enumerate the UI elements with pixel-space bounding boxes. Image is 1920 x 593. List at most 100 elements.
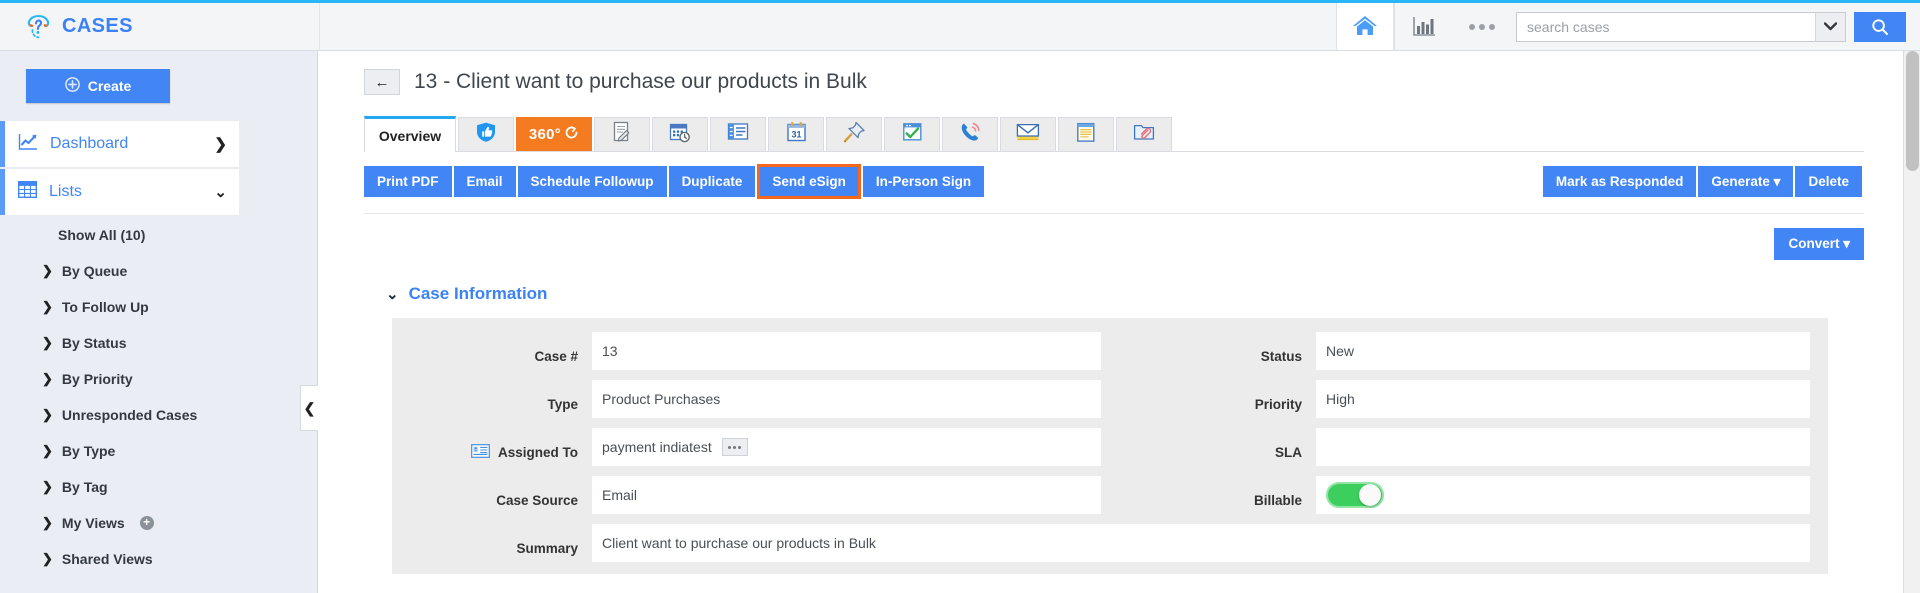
sidebar-sub-label: My Views — [61, 515, 125, 531]
duplicate-button[interactable]: Duplicate — [668, 166, 756, 197]
convert-row: Convert ▾ — [364, 214, 1864, 270]
tab-calendar-clock[interactable] — [652, 117, 708, 151]
tab-phone-call[interactable] — [942, 117, 998, 151]
action-toolbar: Print PDF Email Schedule Followup Duplic… — [364, 152, 1864, 214]
dot — [733, 445, 737, 449]
sidebar-sub-label: By Queue — [61, 263, 128, 279]
bar-chart-icon[interactable] — [1394, 3, 1452, 50]
assigned-to-picker-button[interactable] — [721, 438, 748, 456]
calendar-clock-icon — [669, 122, 691, 148]
dot — [1469, 23, 1475, 30]
question-mark-headphone-logo — [26, 13, 52, 41]
field-value[interactable]: High — [1316, 380, 1810, 418]
delete-button[interactable]: Delete — [1795, 166, 1862, 197]
field-case-number: Case # 13 — [392, 332, 1101, 370]
sidebar-collapse-handle[interactable]: ❮ — [300, 385, 318, 431]
sidebar-item-shared-views[interactable]: ❯ Shared Views — [0, 541, 317, 577]
sidebar-item-by-type[interactable]: ❯ By Type — [0, 433, 317, 469]
chevron-down-icon[interactable] — [1815, 12, 1845, 41]
field-value[interactable]: 13 — [592, 332, 1101, 370]
scrollbar-thumb[interactable] — [1906, 51, 1919, 171]
field-value-container[interactable]: payment indiatest — [592, 428, 1101, 466]
field-value[interactable]: New — [1316, 332, 1810, 370]
envelope-icon — [1016, 123, 1040, 147]
chevron-right-icon: ❯ — [42, 263, 53, 278]
sidebar-item-lists[interactable]: Lists ⌄ — [0, 169, 239, 215]
notes-icon — [1076, 122, 1096, 148]
sidebar-item-by-status[interactable]: ❯ By Status — [0, 325, 317, 361]
page-title: 13 - Client want to purchase our product… — [414, 70, 867, 93]
tab-360-label: 360° — [528, 126, 562, 143]
send-esign-button[interactable]: Send eSign — [757, 164, 861, 199]
sidebar-sub-label: By Status — [61, 335, 127, 351]
home-icon[interactable] — [1336, 3, 1394, 50]
sidebar-sub-label: Unresponded Cases — [61, 407, 198, 423]
field-value[interactable]: Product Purchases — [592, 380, 1101, 418]
tab-shield-thumbsup[interactable] — [458, 117, 514, 151]
field-label: Case Source — [496, 492, 578, 508]
tab-attachment-folder[interactable] — [1116, 117, 1172, 151]
field-value[interactable]: Email — [592, 476, 1101, 514]
tab-envelope[interactable] — [1000, 117, 1056, 151]
contact-card-icon — [471, 443, 490, 461]
in-person-sign-button[interactable]: In-Person Sign — [862, 166, 985, 197]
tab-notes[interactable] — [1058, 117, 1114, 151]
tab-360[interactable]: 360° — [516, 117, 592, 151]
vertical-scrollbar[interactable] — [1903, 51, 1920, 593]
print-pdf-button[interactable]: Print PDF — [364, 166, 452, 197]
chevron-right-icon: ❯ — [42, 515, 53, 530]
billable-toggle[interactable] — [1326, 482, 1384, 508]
dot — [728, 445, 732, 449]
sidebar-item-label: Dashboard — [50, 135, 129, 152]
toggle-knob — [1359, 484, 1381, 506]
sidebar-item-by-priority[interactable]: ❯ By Priority — [0, 361, 317, 397]
chevron-down-icon: ⌄ — [386, 286, 399, 303]
field-label: Case # — [534, 348, 578, 364]
convert-button[interactable]: Convert ▾ — [1774, 228, 1864, 260]
tab-list-card[interactable] — [710, 117, 766, 151]
refresh-icon — [564, 125, 579, 144]
search-input[interactable] — [1517, 12, 1815, 41]
field-billable: Billable — [1101, 476, 1810, 514]
tab-note-edit[interactable] — [594, 117, 650, 151]
header-spacer — [320, 3, 1336, 50]
field-value-container — [1316, 476, 1810, 514]
sidebar-item-label: Lists — [49, 183, 82, 200]
sidebar-item-by-queue[interactable]: ❯ By Queue — [0, 253, 317, 289]
chevron-right-icon: ❯ — [42, 443, 53, 458]
tab-calendar-31[interactable]: 31 — [768, 117, 824, 151]
record-tabs: Overview 360° 31 — [364, 115, 1864, 152]
sidebar-item-to-follow-up[interactable]: ❯ To Follow Up — [0, 289, 317, 325]
field-value[interactable]: Client want to purchase our products in … — [592, 524, 1810, 562]
schedule-followup-button[interactable]: Schedule Followup — [517, 166, 667, 197]
generate-button[interactable]: Generate ▾ — [1698, 166, 1794, 197]
field-label: Billable — [1253, 492, 1302, 508]
search-button[interactable] — [1854, 11, 1906, 42]
field-case-source: Case Source Email — [392, 476, 1101, 514]
search-box — [1516, 11, 1846, 42]
more-dots-icon[interactable] — [1452, 3, 1512, 50]
chart-line-icon — [18, 133, 38, 156]
tab-task-check[interactable] — [884, 117, 940, 151]
mark-as-responded-button[interactable]: Mark as Responded — [1542, 166, 1697, 197]
field-status: Status New — [1101, 332, 1810, 370]
chevron-right-icon: ❯ — [42, 551, 53, 566]
tab-overview[interactable]: Overview — [364, 116, 456, 152]
create-button[interactable]: Create — [26, 69, 170, 103]
add-view-icon[interactable]: + — [139, 516, 154, 530]
task-check-icon — [902, 122, 923, 147]
tab-pushpin[interactable] — [826, 117, 882, 151]
field-type: Type Product Purchases — [392, 380, 1101, 418]
case-information-section-header[interactable]: ⌄ Case Information — [364, 270, 1864, 318]
sidebar-item-dashboard[interactable]: Dashboard ❯ — [0, 121, 239, 167]
field-value[interactable] — [1316, 428, 1810, 466]
email-button[interactable]: Email — [453, 166, 516, 197]
sidebar-item-show-all[interactable]: Show All (10) — [0, 217, 317, 253]
section-title: Case Information — [408, 284, 548, 303]
grid-table-icon — [17, 180, 38, 203]
sidebar-item-by-tag[interactable]: ❯ By Tag — [0, 469, 317, 505]
back-button[interactable]: ← — [364, 69, 400, 95]
sidebar-item-my-views[interactable]: ❯ My Views + — [0, 505, 317, 541]
field-label: Assigned To — [392, 428, 592, 466]
sidebar-item-unresponded-cases[interactable]: ❯ Unresponded Cases — [0, 397, 317, 433]
